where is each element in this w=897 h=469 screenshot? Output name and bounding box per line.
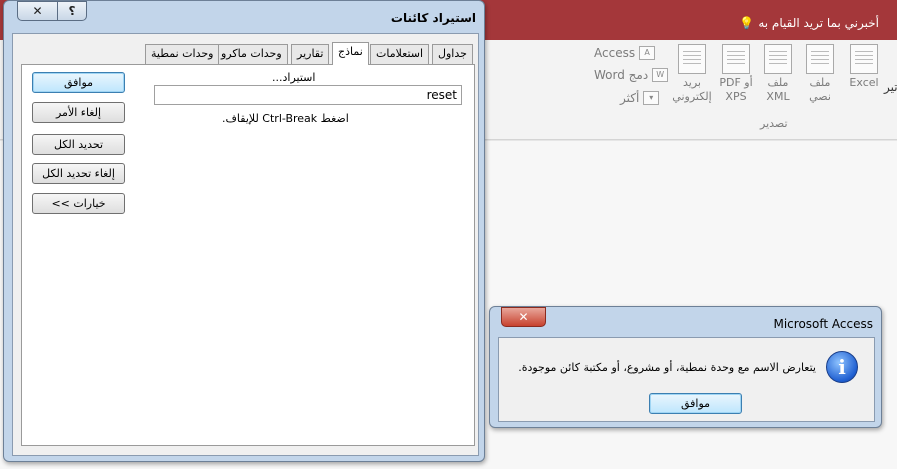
- message-box-title: Microsoft Access: [773, 317, 873, 331]
- export-pdf-xps-button[interactable]: PDF أو XPS: [714, 44, 758, 104]
- object-list-item-reset[interactable]: reset: [154, 85, 462, 105]
- email-icon: [678, 44, 706, 74]
- access-icon: A: [639, 46, 656, 60]
- help-button[interactable]: ؟: [57, 1, 87, 21]
- access-message-box: ✕ Microsoft Access i يتعارض الاسم مع وحد…: [489, 306, 882, 428]
- export-excel-button[interactable]: Excel: [842, 44, 886, 90]
- info-icon: i: [826, 351, 858, 383]
- export-xml-label: ملف XML: [766, 76, 790, 103]
- excel-icon: [850, 44, 878, 74]
- message-close-button[interactable]: ✕: [501, 307, 546, 327]
- object-type-tabs: جداول استعلامات نماذج تقارير وحدات ماكرو…: [145, 42, 475, 65]
- export-xml-button[interactable]: ملف XML: [756, 44, 800, 104]
- message-ok-button[interactable]: موافق: [649, 393, 742, 414]
- dialog-client-area: جداول استعلامات نماذج تقارير وحدات ماكرو…: [12, 33, 479, 456]
- tell-me-label: أخبرني بما تريد القيام به: [758, 16, 879, 30]
- cancel-button[interactable]: إلغاء الأمر: [32, 102, 125, 123]
- tab-modules[interactable]: وحدات نمطية: [145, 44, 220, 65]
- tell-me-box[interactable]: أخبرني بما تريد القيام به 💡: [739, 16, 879, 30]
- tab-forms[interactable]: نماذج: [332, 42, 369, 65]
- clipped-ribbon-label: تير: [884, 80, 897, 94]
- word-merge-icon: W: [652, 68, 669, 82]
- tab-reports[interactable]: تقارير: [291, 44, 330, 65]
- export-pdf-xps-label: PDF أو XPS: [719, 76, 753, 103]
- tab-macros[interactable]: وحدات ماكرو: [215, 44, 288, 65]
- message-box-client: i يتعارض الاسم مع وحدة نمطية، أو مشروع، …: [498, 337, 875, 422]
- more-icon: ▾: [643, 91, 660, 105]
- tab-queries[interactable]: استعلامات: [370, 44, 430, 65]
- dialog-title: استيراد كائنات: [390, 11, 476, 25]
- export-access-label: Access: [594, 46, 636, 60]
- stop-hint-text: اضغط Ctrl-Break للإيقاف.: [222, 112, 349, 125]
- export-text-file-button[interactable]: ملف نصي: [798, 44, 842, 104]
- tab-tables[interactable]: جداول: [432, 44, 473, 65]
- ok-button[interactable]: موافق: [32, 72, 125, 93]
- text-file-icon: [806, 44, 834, 74]
- export-excel-label: Excel: [849, 76, 879, 89]
- import-objects-dialog: ✕ ؟ استيراد كائنات جداول استعلامات نماذج…: [3, 0, 485, 462]
- tab-panel: استيراد... reset اضغط Ctrl-Break للإيقاف…: [21, 64, 475, 446]
- word-merge-button[interactable]: دمج Word W: [594, 68, 670, 82]
- export-text-file-label: ملف نصي: [809, 76, 831, 103]
- export-more-button[interactable]: أكثر ▾: [620, 91, 696, 105]
- select-all-button[interactable]: تحديد الكل: [32, 134, 125, 155]
- message-text: يتعارض الاسم مع وحدة نمطية، أو مشروع، أو…: [518, 361, 816, 374]
- pdf-xps-icon: [722, 44, 750, 74]
- export-more-label: أكثر: [620, 91, 640, 105]
- xml-file-icon: [764, 44, 792, 74]
- close-button[interactable]: ✕: [17, 1, 58, 21]
- export-group-label: تصدير: [760, 117, 788, 130]
- lightbulb-icon: 💡: [739, 16, 755, 30]
- options-button[interactable]: خيارات >>: [32, 193, 125, 214]
- importing-label: استيراد...: [272, 71, 316, 84]
- deselect-all-button[interactable]: إلغاء تحديد الكل: [32, 163, 125, 184]
- word-merge-label: دمج Word: [594, 68, 649, 82]
- export-access-button[interactable]: Access A: [594, 46, 670, 60]
